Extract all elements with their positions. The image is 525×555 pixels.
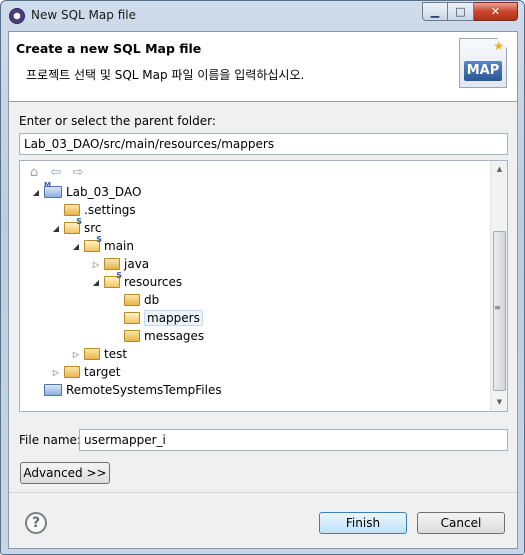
project-icon — [44, 384, 62, 396]
folder-icon — [84, 348, 100, 360]
tree-item-label: src — [84, 221, 102, 235]
tree-item-label: java — [124, 257, 150, 271]
banner-title: Create a new SQL Map file — [16, 41, 202, 56]
tree-item-label: .settings — [84, 203, 136, 217]
advanced-button[interactable]: Advanced >> — [20, 462, 110, 484]
scroll-down-icon[interactable]: ▼ — [491, 394, 508, 411]
dialog-client: Create a new SQL Map file 프로젝트 선택 및 SQL … — [8, 31, 518, 549]
file-name-input[interactable]: usermapper_i — [79, 429, 508, 451]
window-title: New SQL Map file — [31, 8, 136, 22]
wizard-banner: Create a new SQL Map file 프로젝트 선택 및 SQL … — [9, 32, 517, 102]
help-icon[interactable]: ? — [25, 512, 47, 534]
cancel-button[interactable]: Cancel — [417, 512, 505, 534]
tree-item-db[interactable]: db — [110, 291, 159, 309]
collapse-icon[interactable]: ◢ — [90, 278, 102, 287]
tree-item-messages[interactable]: messages — [110, 327, 204, 345]
forward-arrow-icon[interactable]: ⇨ — [70, 165, 86, 183]
tree-toolbar: ⌂ ⇦ ⇨ — [26, 165, 86, 183]
dialog-window: New SQL Map file ▁ □ ✕ Create a new SQL … — [0, 0, 525, 555]
grip-icon: ≡ — [494, 303, 501, 312]
title-bar[interactable]: New SQL Map file ▁ □ ✕ — [1, 1, 524, 31]
folder-icon — [64, 366, 80, 378]
minimize-button[interactable]: ▁ — [422, 2, 448, 21]
collapse-icon[interactable]: ◢ — [50, 224, 62, 233]
tree-item-label: Lab_03_DAO — [66, 185, 142, 199]
tree-item-main[interactable]: ◢ S main — [70, 235, 134, 255]
folder-tree[interactable]: ⌂ ⇦ ⇨ ◢ M Lab_03_DAO .settings ◢ S src ◢ — [19, 160, 508, 412]
expand-icon[interactable]: ▷ — [70, 350, 82, 359]
folder-icon — [104, 258, 120, 270]
banner-description: 프로젝트 선택 및 SQL Map 파일 이름을 입력하십시오. — [26, 68, 305, 82]
close-button[interactable]: ✕ — [474, 2, 518, 21]
tree-item-label: test — [104, 347, 128, 361]
tree-item-src[interactable]: ◢ S src — [50, 217, 102, 237]
expand-icon[interactable]: ▷ — [90, 260, 102, 269]
star-icon: ★ — [493, 39, 504, 53]
scroll-up-icon[interactable]: ▲ — [491, 161, 508, 178]
tree-item-label: resources — [124, 275, 183, 289]
maximize-button[interactable]: □ — [448, 2, 474, 21]
collapse-icon[interactable]: ◢ — [70, 242, 82, 251]
tree-item-label: target — [84, 365, 121, 379]
tree-item-resources[interactable]: ◢ S resources — [90, 271, 183, 291]
tree-item-label: main — [104, 239, 134, 253]
tree-item-target[interactable]: ▷ target — [50, 363, 121, 381]
expand-icon[interactable]: ▷ — [50, 368, 62, 377]
tree-item-remote-systems[interactable]: RemoteSystemsTempFiles — [30, 381, 222, 399]
parent-folder-input[interactable]: Lab_03_DAO/src/main/resources/mappers — [19, 133, 508, 155]
folder-icon — [64, 204, 80, 216]
source-folder-icon: S — [84, 235, 102, 252]
source-folder-icon: S — [64, 217, 82, 234]
parent-folder-label: Enter or select the parent folder: — [19, 114, 216, 128]
tree-item-label: mappers — [144, 310, 203, 326]
separator — [9, 492, 517, 493]
tree-item-label: RemoteSystemsTempFiles — [66, 383, 222, 397]
tree-item-test[interactable]: ▷ test — [70, 345, 127, 363]
source-folder-icon: S — [104, 271, 122, 288]
project-icon: M — [44, 181, 62, 198]
window-controls: ▁ □ ✕ — [422, 2, 518, 22]
eclipse-icon — [9, 8, 25, 24]
tree-item-mappers[interactable]: mappers — [110, 309, 203, 327]
tree-item-settings[interactable]: .settings — [50, 201, 136, 219]
folder-icon — [124, 312, 140, 324]
collapse-icon[interactable]: ◢ — [30, 188, 42, 197]
finish-button[interactable]: Finish — [319, 512, 407, 534]
file-name-label: File name: — [19, 433, 81, 447]
folder-icon — [124, 330, 140, 342]
tree-item-lab-03-dao[interactable]: ◢ M Lab_03_DAO — [30, 181, 142, 201]
tree-scrollbar[interactable]: ▲ ≡ ▼ — [490, 161, 507, 411]
home-icon[interactable]: ⌂ — [26, 165, 42, 183]
tree-item-label: messages — [144, 329, 205, 343]
map-logo-text: MAP — [464, 61, 502, 81]
tree-item-label: db — [144, 293, 160, 307]
folder-icon — [124, 294, 140, 306]
map-logo-icon: ★ MAP — [459, 38, 507, 88]
